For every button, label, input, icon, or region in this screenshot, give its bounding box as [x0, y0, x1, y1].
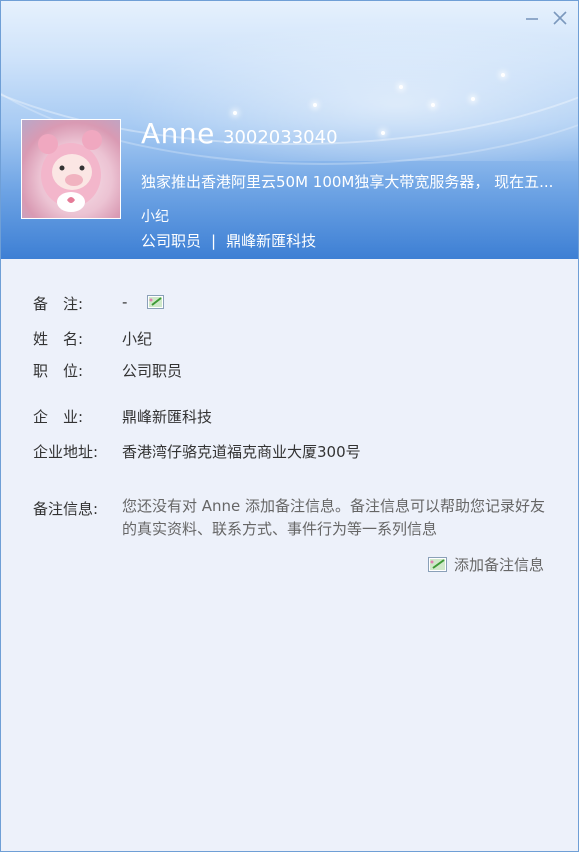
- minimize-button[interactable]: [521, 7, 543, 29]
- close-button[interactable]: [549, 7, 571, 29]
- notes-placeholder-text: 您还没有对 Anne 添加备注信息。备注信息可以帮助您记录好友的真实资料、联系方…: [122, 497, 546, 538]
- profile-window: Anne 3002033040 独家推出香港阿里云50M 100M独享大带宽服务…: [0, 0, 579, 852]
- profile-header: Anne 3002033040 独家推出香港阿里云50M 100M独享大带宽服务…: [1, 1, 578, 259]
- company-label: 企 业:: [33, 408, 84, 426]
- name-value: 小纪: [122, 330, 153, 348]
- remark-label: 备 注:: [33, 295, 84, 313]
- edit-remark-icon[interactable]: [147, 295, 165, 311]
- job-title: 公司职员: [141, 232, 202, 250]
- separator: |: [211, 232, 217, 250]
- avatar[interactable]: [21, 119, 121, 219]
- position-label: 职 位:: [33, 362, 84, 380]
- remark-value: -: [122, 293, 128, 311]
- nickname: 小纪: [141, 209, 169, 225]
- name-label: 姓 名:: [33, 330, 84, 348]
- position-value: 公司职员: [122, 362, 183, 380]
- avatar-image: [38, 130, 102, 212]
- header-sparkle: [471, 97, 475, 101]
- address-value: 香港湾仔骆克道福克商业大厦300号: [122, 443, 361, 461]
- header-sparkle: [431, 103, 435, 107]
- minimize-icon: [526, 18, 538, 20]
- job-company-line: 公司职员 | 鼎峰新匯科技: [141, 230, 316, 251]
- account-id: 3002033040: [223, 127, 338, 148]
- header-sparkle: [313, 103, 317, 107]
- header-sparkle: [233, 111, 237, 115]
- header-sparkle: [399, 85, 403, 89]
- add-notes-button[interactable]: 添加备注信息: [428, 554, 544, 575]
- edit-note-icon: [428, 556, 447, 572]
- header-sparkle: [501, 73, 505, 77]
- display-name: Anne: [141, 117, 215, 150]
- header-sparkle: [381, 131, 385, 135]
- close-icon: [553, 11, 567, 25]
- address-label: 企业地址:: [33, 443, 99, 461]
- company-value: 鼎峰新匯科技: [122, 408, 213, 426]
- add-notes-label: 添加备注信息: [454, 556, 545, 574]
- edit-note-icon: [147, 295, 164, 309]
- signature-text: 独家推出香港阿里云50M 100M独享大带宽服务器， 现在五...: [141, 173, 554, 191]
- company-name: 鼎峰新匯科技: [226, 232, 317, 250]
- notes-label: 备注信息:: [33, 500, 99, 518]
